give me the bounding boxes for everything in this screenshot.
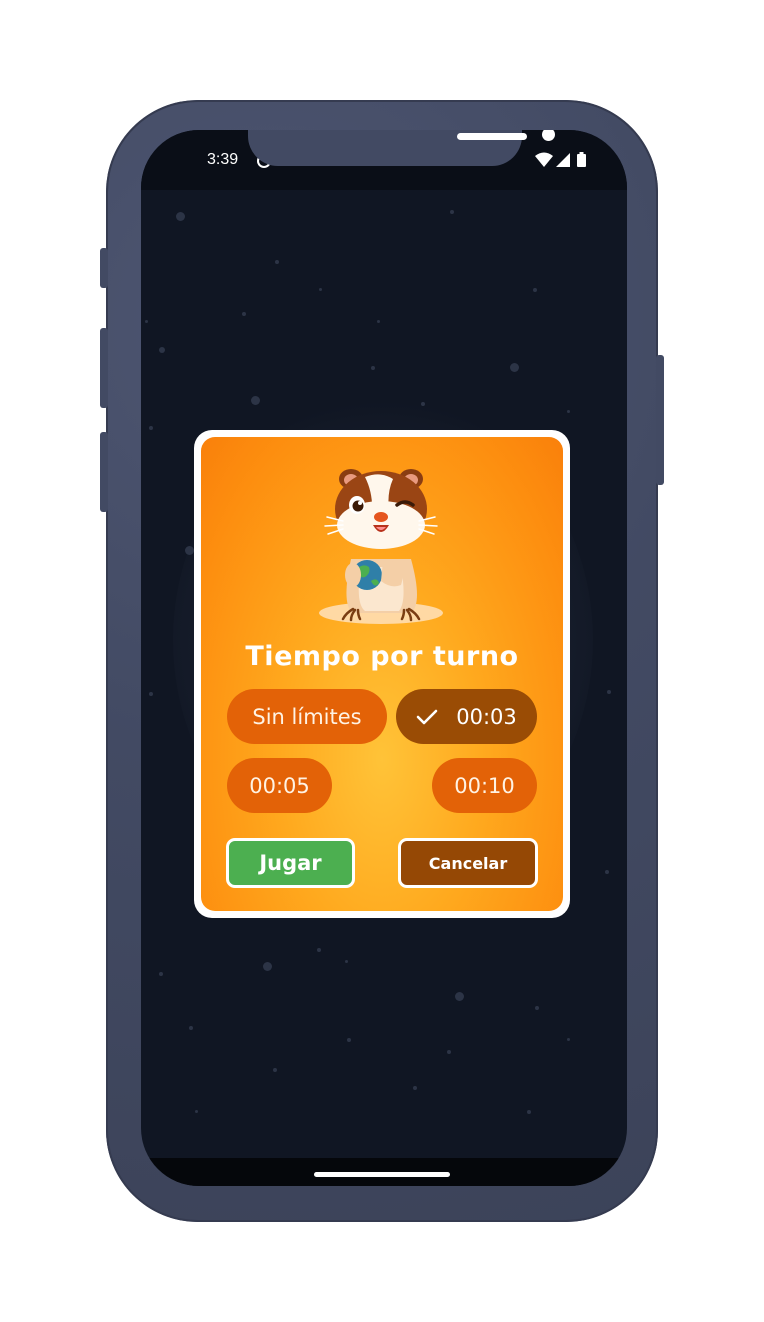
cancel-button[interactable]: Cancelar: [398, 838, 538, 888]
background-star: [535, 1006, 539, 1010]
background-star: [527, 1110, 531, 1114]
turn-time-dialog: Tiempo por turno Sin límites 00:03 00:05…: [194, 430, 570, 918]
background-star: [447, 1050, 451, 1054]
option-3-seconds[interactable]: 00:03: [396, 689, 537, 744]
option-5-seconds[interactable]: 00:05: [227, 758, 332, 813]
background-star: [319, 288, 322, 291]
background-star: [533, 288, 537, 292]
option-label: 00:05: [249, 773, 310, 798]
background-star: [275, 260, 279, 264]
option-label: Sin límites: [252, 704, 362, 729]
background-star: [273, 1068, 277, 1072]
option-no-limit[interactable]: Sin límites: [227, 689, 387, 744]
background-star: [413, 1086, 417, 1090]
speaker-grille: [457, 133, 527, 140]
battery-icon: [577, 152, 586, 167]
background-star: [149, 426, 153, 430]
volume-up-button: [100, 328, 108, 408]
background-star: [450, 210, 454, 214]
option-10-seconds[interactable]: 00:10: [432, 758, 537, 813]
option-label: 00:10: [454, 773, 515, 798]
background-star: [145, 320, 148, 323]
signal-icon: [556, 153, 570, 167]
power-button: [656, 355, 664, 485]
dialog-title: Tiempo por turno: [245, 641, 519, 672]
background-star: [251, 396, 260, 405]
background-star: [263, 962, 272, 971]
background-star: [189, 1026, 193, 1030]
status-icons: [535, 152, 586, 167]
background-star: [567, 410, 570, 413]
background-star: [345, 960, 348, 963]
background-star: [455, 992, 464, 1001]
background-star: [421, 402, 425, 406]
background-star: [607, 690, 611, 694]
wifi-icon: [535, 152, 553, 167]
mute-switch: [100, 248, 108, 288]
background-star: [605, 870, 609, 874]
camera-notch: [248, 130, 555, 166]
background-star: [176, 212, 185, 221]
status-time: 3:39: [207, 151, 239, 168]
background-star: [377, 320, 380, 323]
background-star: [317, 948, 321, 952]
home-indicator[interactable]: [314, 1172, 450, 1177]
background-star: [185, 546, 194, 555]
dialog-panel: Tiempo por turno Sin límites 00:03 00:05…: [201, 437, 563, 911]
background-star: [371, 366, 375, 370]
play-button[interactable]: Jugar: [226, 838, 355, 888]
background-star: [567, 1038, 570, 1041]
background-star: [347, 1038, 351, 1042]
background-star: [242, 312, 246, 316]
hamster-mascot-icon: [319, 469, 443, 624]
background-star: [149, 692, 153, 696]
volume-down-button: [100, 432, 108, 512]
background-star: [159, 972, 163, 976]
background-star: [510, 363, 519, 372]
background-star: [195, 1110, 198, 1113]
gesture-bar: [141, 1158, 627, 1186]
option-label: 00:03: [456, 704, 517, 729]
background-star: [159, 347, 165, 353]
checkmark-icon: [416, 709, 438, 724]
